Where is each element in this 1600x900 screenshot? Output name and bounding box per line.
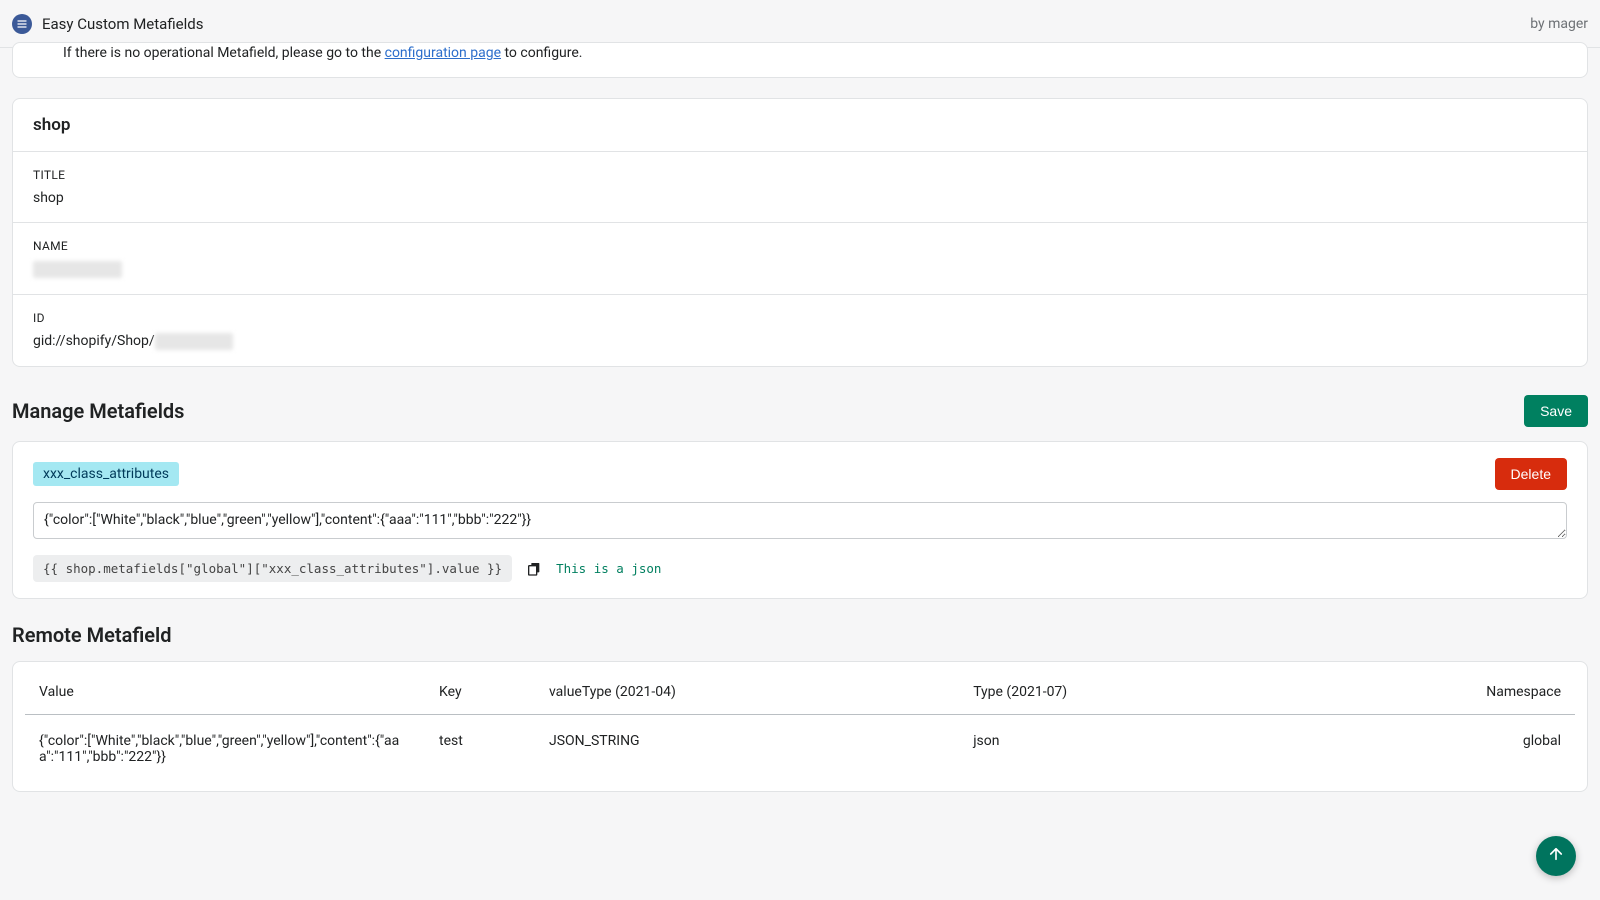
shop-name-value: redacted-shop bbox=[33, 261, 1567, 278]
scroll-top-button[interactable] bbox=[1536, 836, 1576, 876]
app-logo-icon bbox=[12, 14, 32, 34]
cell-type: json bbox=[959, 715, 1293, 784]
shop-name-block: NAME redacted-shop bbox=[13, 223, 1587, 295]
col-value: Value bbox=[25, 668, 425, 715]
app-title: Easy Custom Metafields bbox=[42, 15, 203, 33]
shop-card-heading: shop bbox=[13, 99, 1587, 152]
delete-button[interactable]: Delete bbox=[1495, 458, 1567, 490]
cell-value: {"color":["White","black","blue","green"… bbox=[25, 715, 425, 784]
metafield-value-input[interactable] bbox=[33, 502, 1567, 540]
configuration-link[interactable]: configuration page bbox=[385, 45, 501, 61]
col-key: Key bbox=[425, 668, 535, 715]
metafield-card-top: xxx_class_attributes Delete bbox=[33, 458, 1567, 490]
top-bar-left: Easy Custom Metafields bbox=[12, 14, 203, 34]
table-row: {"color":["White","black","blue","green"… bbox=[25, 715, 1575, 784]
config-notice: If there is no operational Metafield, pl… bbox=[12, 42, 1588, 78]
arrow-up-icon bbox=[1547, 845, 1565, 867]
liquid-snippet: {{ shop.metafields["global"]["xxx_class_… bbox=[33, 555, 512, 582]
shop-card: shop TITLE shop NAME redacted-shop ID gi… bbox=[12, 98, 1588, 367]
notice-text-pre: If there is no operational Metafield, pl… bbox=[63, 45, 385, 61]
config-notice-text: If there is no operational Metafield, pl… bbox=[63, 45, 1537, 61]
manage-title: Manage Metafields bbox=[12, 399, 184, 423]
remote-title: Remote Metafield bbox=[12, 623, 172, 647]
col-namespace: Namespace bbox=[1293, 668, 1575, 715]
json-type-hint: This is a json bbox=[556, 561, 661, 576]
shop-title-block: TITLE shop bbox=[13, 152, 1587, 223]
shop-name-label: NAME bbox=[33, 239, 1567, 253]
remote-table: Value Key valueType (2021-04) Type (2021… bbox=[25, 668, 1575, 783]
col-valuetype: valueType (2021-04) bbox=[535, 668, 959, 715]
manage-section-header: Manage Metafields Save bbox=[12, 395, 1588, 427]
save-button[interactable]: Save bbox=[1524, 395, 1588, 427]
notice-text-post: to configure. bbox=[501, 45, 582, 61]
cell-key: test bbox=[425, 715, 535, 784]
metafield-card-bottom: {{ shop.metafields["global"]["xxx_class_… bbox=[33, 555, 1567, 582]
remote-section-header: Remote Metafield bbox=[12, 623, 1588, 647]
col-type: Type (2021-07) bbox=[959, 668, 1293, 715]
metafield-card: xxx_class_attributes Delete {{ shop.meta… bbox=[12, 441, 1588, 600]
top-bar: Easy Custom Metafields by mager bbox=[0, 0, 1600, 48]
shop-id-block: ID gid://shopify/Shop/0000000000 bbox=[13, 295, 1587, 366]
shop-id-label: ID bbox=[33, 311, 1567, 325]
shop-id-prefix: gid://shopify/Shop/ bbox=[33, 333, 155, 349]
cell-namespace: global bbox=[1293, 715, 1575, 784]
copy-icon[interactable] bbox=[526, 561, 542, 577]
cell-valuetype: JSON_STRING bbox=[535, 715, 959, 784]
app-byline: by mager bbox=[1530, 16, 1588, 32]
redacted-name: redacted-shop bbox=[33, 261, 122, 278]
shop-title-label: TITLE bbox=[33, 168, 1567, 182]
shop-id-value: gid://shopify/Shop/0000000000 bbox=[33, 333, 1567, 350]
shop-title-value: shop bbox=[33, 190, 1567, 206]
redacted-id: 0000000000 bbox=[155, 333, 234, 350]
metafield-key-chip[interactable]: xxx_class_attributes bbox=[33, 462, 179, 486]
remote-table-card: Value Key valueType (2021-04) Type (2021… bbox=[12, 661, 1588, 792]
